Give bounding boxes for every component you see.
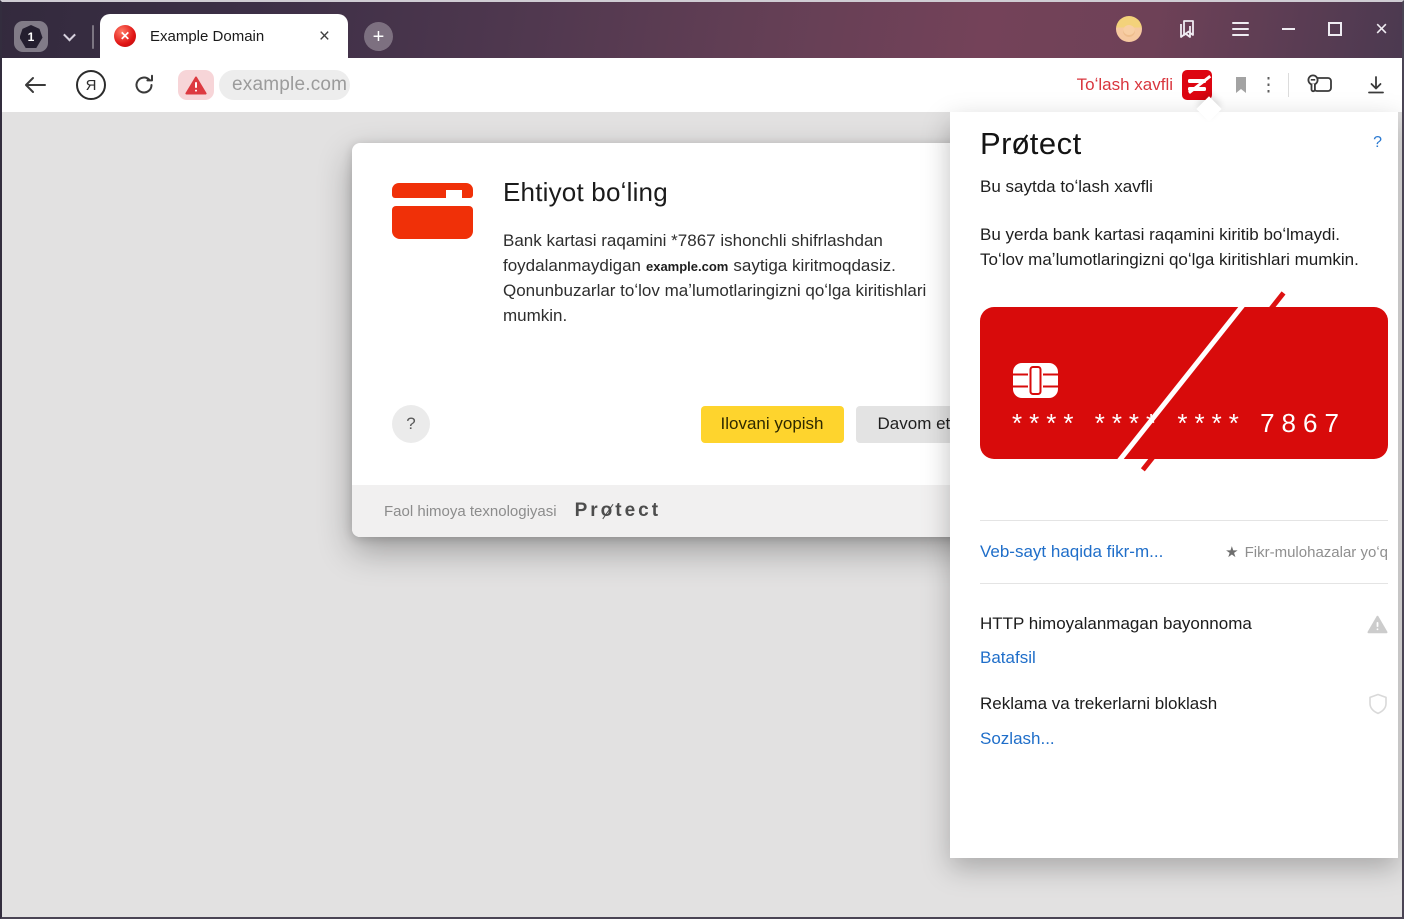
protect-logo: Protect xyxy=(575,500,661,522)
site-danger-badge[interactable] xyxy=(178,70,214,100)
chevron-down-icon[interactable] xyxy=(63,29,76,42)
new-tab-button[interactable]: + xyxy=(364,22,393,51)
tab-group-control[interactable]: 1 xyxy=(14,21,94,52)
tab-counter-value: 1 xyxy=(20,25,43,48)
title-bar: 1 ✕ Example Domain × + × xyxy=(0,0,1404,58)
site-feedback-link[interactable]: Veb-sayt haqida fikr-m... xyxy=(980,542,1163,562)
adblock-settings-link[interactable]: Sozlash... xyxy=(980,729,1055,749)
dialog-domain: example.com xyxy=(646,259,728,274)
tab-title: Example Domain xyxy=(136,28,315,45)
dialog-title: Ehtiyot boʻling xyxy=(503,177,994,208)
panel-description: Bu yerda bank kartasi raqamini kiritib b… xyxy=(980,222,1385,272)
payment-danger-label: Toʻlash xavfli xyxy=(1077,75,1173,95)
panel-divider xyxy=(980,583,1388,584)
masked-card-number: **** **** **** 7867 xyxy=(1012,408,1346,439)
bookmarks-collections-icon[interactable] xyxy=(1175,17,1199,41)
window-minimize-button[interactable] xyxy=(1282,28,1295,30)
star-icon: ★ xyxy=(1225,543,1238,561)
blocked-card-illustration: **** **** **** 7867 xyxy=(980,307,1388,459)
panel-help-link[interactable]: ? xyxy=(1373,134,1382,152)
extensions-icon[interactable] xyxy=(1302,70,1338,100)
warning-triangle-icon xyxy=(185,76,207,95)
tab-counter-badge[interactable]: 1 xyxy=(14,21,48,52)
protect-tagline: Faol himoya texnologiyasi xyxy=(384,503,557,520)
credit-card-icon xyxy=(392,183,473,239)
http-warning-icon xyxy=(1367,615,1388,634)
refresh-icon[interactable] xyxy=(131,72,157,98)
panel-protect-logo: Protect xyxy=(980,126,1082,162)
http-details-link[interactable]: Batafsil xyxy=(980,648,1036,668)
toolbar-divider xyxy=(1288,73,1289,97)
yandex-home-icon[interactable]: Я xyxy=(76,70,106,100)
profile-avatar[interactable] xyxy=(1116,16,1142,42)
ads-section-title: Reklama va trekerlarni bloklash xyxy=(980,694,1217,714)
menu-icon[interactable] xyxy=(1232,22,1249,36)
url-text: example.com xyxy=(232,74,347,96)
back-icon[interactable] xyxy=(22,73,48,97)
card-chip-icon xyxy=(1012,362,1059,399)
more-options-icon[interactable]: ⋮ xyxy=(1259,74,1278,97)
protect-shield-icon[interactable] xyxy=(1182,70,1212,100)
bank-card-image: **** **** **** 7867 xyxy=(980,307,1388,459)
bookmark-icon[interactable] xyxy=(1231,74,1251,96)
panel-divider xyxy=(980,520,1388,521)
address-bar[interactable]: example.com xyxy=(219,70,350,100)
dialog-help-button[interactable]: ? xyxy=(392,405,430,443)
window-maximize-button[interactable] xyxy=(1328,22,1342,36)
tab-close-icon[interactable]: × xyxy=(315,25,334,48)
browser-toolbar: Я example.com Toʻlash xavfli ⋮ xyxy=(0,58,1404,112)
download-icon[interactable] xyxy=(1364,73,1388,97)
dialog-footer: Faol himoya texnologiyasi Protect xyxy=(352,485,1012,537)
dialog-body: Bank kartasi raqamini *7867 ishonchli sh… xyxy=(503,229,975,328)
protect-warning-dialog: Ehtiyot boʻling Bank kartasi raqamini *7… xyxy=(352,143,1012,537)
panel-status-text: Bu saytda toʻlash xavfli xyxy=(980,177,1388,197)
feedback-status: ★Fikr-mulohazalar yoʻq xyxy=(1225,543,1388,561)
adblock-shield-icon xyxy=(1368,693,1388,715)
protect-panel: Protect ? Bu saytda toʻlash xavfli Bu ye… xyxy=(950,112,1398,858)
titlebar-divider xyxy=(92,25,94,49)
window-close-button[interactable]: × xyxy=(1375,18,1388,40)
browser-tab[interactable]: ✕ Example Domain × xyxy=(100,14,348,58)
http-section-title: HTTP himoyalanmagan bayonnoma xyxy=(980,614,1252,634)
close-app-button[interactable]: Ilovani yopish xyxy=(701,406,844,443)
error-favicon-icon: ✕ xyxy=(114,25,136,47)
